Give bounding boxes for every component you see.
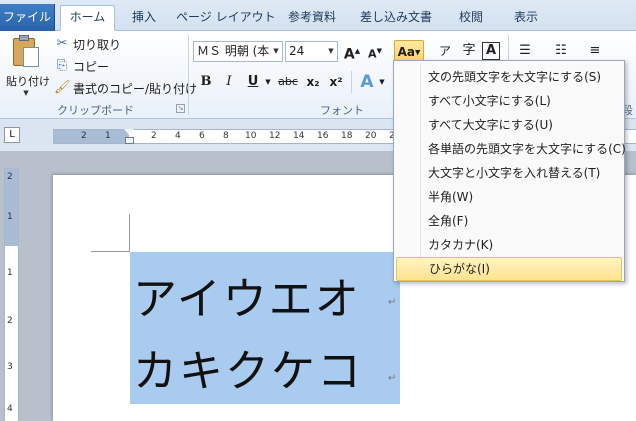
ruler-tick-label: 1 (7, 268, 13, 278)
ruler-tick-label: 2 (7, 172, 13, 182)
ruler-tick-label: 4 (175, 131, 181, 141)
margin-corner-mark (91, 251, 129, 252)
tab-insert[interactable]: 挿入 (124, 6, 164, 30)
change-case-menu: 文の先頭文字を大文字にする(S) すべて小文字にする(L) すべて大文字にする(… (393, 60, 626, 282)
paragraph-mark: ↵ (388, 297, 397, 308)
button-divider (351, 71, 352, 93)
ribbon-tab-bar: ファイル ホーム 挿入 ページ レイアウト 参考資料 差し込み文書 校閲 表示 (0, 0, 636, 31)
ruler-tick-label: 1 (105, 131, 111, 141)
ruler-left-margin (53, 130, 129, 143)
menu-item-katakana[interactable]: カタカナ(K) (394, 233, 624, 257)
shrink-font-button[interactable]: A▼ (364, 40, 386, 62)
tab-file[interactable]: ファイル (0, 4, 55, 31)
paste-label: 貼り付け (6, 75, 50, 88)
font-size-combo[interactable]: 24 ▼ (285, 41, 338, 62)
tab-view[interactable]: 表示 (506, 6, 546, 30)
ruler-tick-label: 2 (151, 131, 157, 141)
menu-item-lowercase[interactable]: すべて小文字にする(L) (394, 89, 624, 113)
first-line-indent-marker[interactable] (124, 129, 134, 135)
strikethrough-button[interactable]: abc (276, 71, 300, 93)
text-effects-button[interactable]: A (356, 71, 378, 93)
subscript-button[interactable]: x₂ (302, 71, 324, 93)
tab-review[interactable]: 校閲 (450, 6, 492, 30)
character-border-icon[interactable]: A (482, 42, 500, 60)
ruler-tick-label: 6 (199, 131, 205, 141)
text-effects-dropdown[interactable]: ▼ (377, 71, 387, 93)
tab-selector[interactable]: L (4, 127, 20, 143)
ruler-tick-label: 10 (245, 131, 257, 141)
grow-font-button[interactable]: A▲ (341, 40, 363, 63)
format-painter-button[interactable]: 🖌 書式のコピー/貼り付け (54, 78, 197, 98)
ruler-tick-label: 20 (365, 131, 377, 141)
italic-button[interactable]: I (218, 71, 240, 93)
font-size-value: 24 (289, 44, 305, 58)
chevron-down-icon[interactable]: ▼ (6, 89, 46, 97)
menu-item-uppercase[interactable]: すべて大文字にする(U) (394, 113, 624, 137)
ruler-tick-label: 18 (341, 131, 353, 141)
menu-item-sentence-case[interactable]: 文の先頭文字を大文字にする(S) (394, 65, 624, 89)
menu-item-full-width[interactable]: 全角(F) (394, 209, 624, 233)
ruler-tick-label: 8 (223, 131, 229, 141)
ruler-tick-label: 1 (7, 212, 13, 222)
document-line[interactable]: アイウエオ (133, 263, 361, 327)
paintbrush-icon: 🖌 (54, 80, 71, 95)
ruler-tick-label: 14 (293, 131, 305, 141)
multilevel-list-icon[interactable]: ≡ (584, 40, 606, 62)
tab-references[interactable]: 参考資料 (282, 6, 342, 30)
font-name-value: ＭＳ 明朝 (本 (197, 44, 270, 58)
margin-corner-mark (129, 214, 130, 252)
copy-button[interactable]: ⎘ コピー (54, 56, 109, 76)
vertical-ruler[interactable]: 2 1 1 2 3 4 (4, 168, 19, 421)
cut-button[interactable]: ✂ 切り取り (54, 34, 121, 54)
underline-dropdown[interactable]: ▼ (262, 71, 274, 93)
paragraph-mark: ↵ (388, 373, 397, 384)
menu-item-hiragana[interactable]: ひらがな(I) (396, 257, 622, 281)
menu-item-half-width[interactable]: 半角(W) (394, 185, 624, 209)
bullets-icon[interactable]: ☰ (514, 40, 536, 62)
font-group-label: フォント (320, 104, 364, 117)
font-name-combo[interactable]: ＭＳ 明朝 (本 ▼ (193, 41, 283, 62)
phonetic-guide-icon[interactable]: ア (434, 40, 456, 62)
change-case-icon: Aa (397, 45, 415, 59)
chevron-down-icon[interactable]: ▼ (325, 42, 337, 61)
ruler-tick-label: 2 (81, 131, 87, 141)
group-divider (188, 35, 189, 115)
ruler-tick-label: 2 (7, 316, 13, 326)
tab-mailings[interactable]: 差し込み文書 (357, 6, 435, 30)
document-line[interactable]: カキクケコ (133, 335, 363, 399)
superscript-button[interactable]: x² (325, 71, 347, 93)
clipboard-group-label: クリップボード (57, 104, 134, 117)
copy-icon: ⎘ (56, 58, 68, 73)
ruler-tick-label: 3 (7, 362, 13, 372)
cut-label: 切り取り (73, 37, 122, 52)
scissors-icon: ✂ (56, 36, 68, 51)
text-effects-icon: A (360, 72, 374, 92)
chevron-down-icon[interactable]: ▼ (270, 42, 282, 61)
copy-label: コピー (73, 59, 110, 74)
ruler-tick-label: 4 (7, 404, 13, 414)
shrink-font-icon: A (368, 47, 377, 61)
menu-item-capitalize-each-word[interactable]: 各単語の先頭文字を大文字にする(C) (394, 137, 626, 161)
clipboard-dialog-launcher-icon[interactable]: ↘ (176, 104, 185, 113)
numbering-icon[interactable]: ☷ (550, 40, 572, 62)
paste-icon (11, 35, 41, 69)
menu-item-toggle-case[interactable]: 大文字と小文字を入れ替える(T) (394, 161, 624, 185)
tab-page-layout[interactable]: ページ レイアウト (176, 6, 276, 30)
left-indent-marker[interactable] (125, 137, 134, 144)
ruler-tick-label: 16 (317, 131, 329, 141)
change-case-button[interactable]: Aa▼ (394, 40, 424, 62)
bold-button[interactable]: B (195, 71, 217, 93)
tab-home[interactable]: ホーム (60, 5, 115, 31)
format-painter-label: 書式のコピー/貼り付け (73, 81, 198, 96)
enclose-characters-icon[interactable]: 字 (458, 40, 480, 62)
chevron-down-icon: ▼ (415, 48, 421, 57)
grow-font-icon: A (343, 46, 355, 63)
underline-button[interactable]: U (242, 71, 264, 93)
ruler-tick-label: 12 (269, 131, 281, 141)
paste-button[interactable]: 貼り付け ▼ (6, 35, 50, 97)
